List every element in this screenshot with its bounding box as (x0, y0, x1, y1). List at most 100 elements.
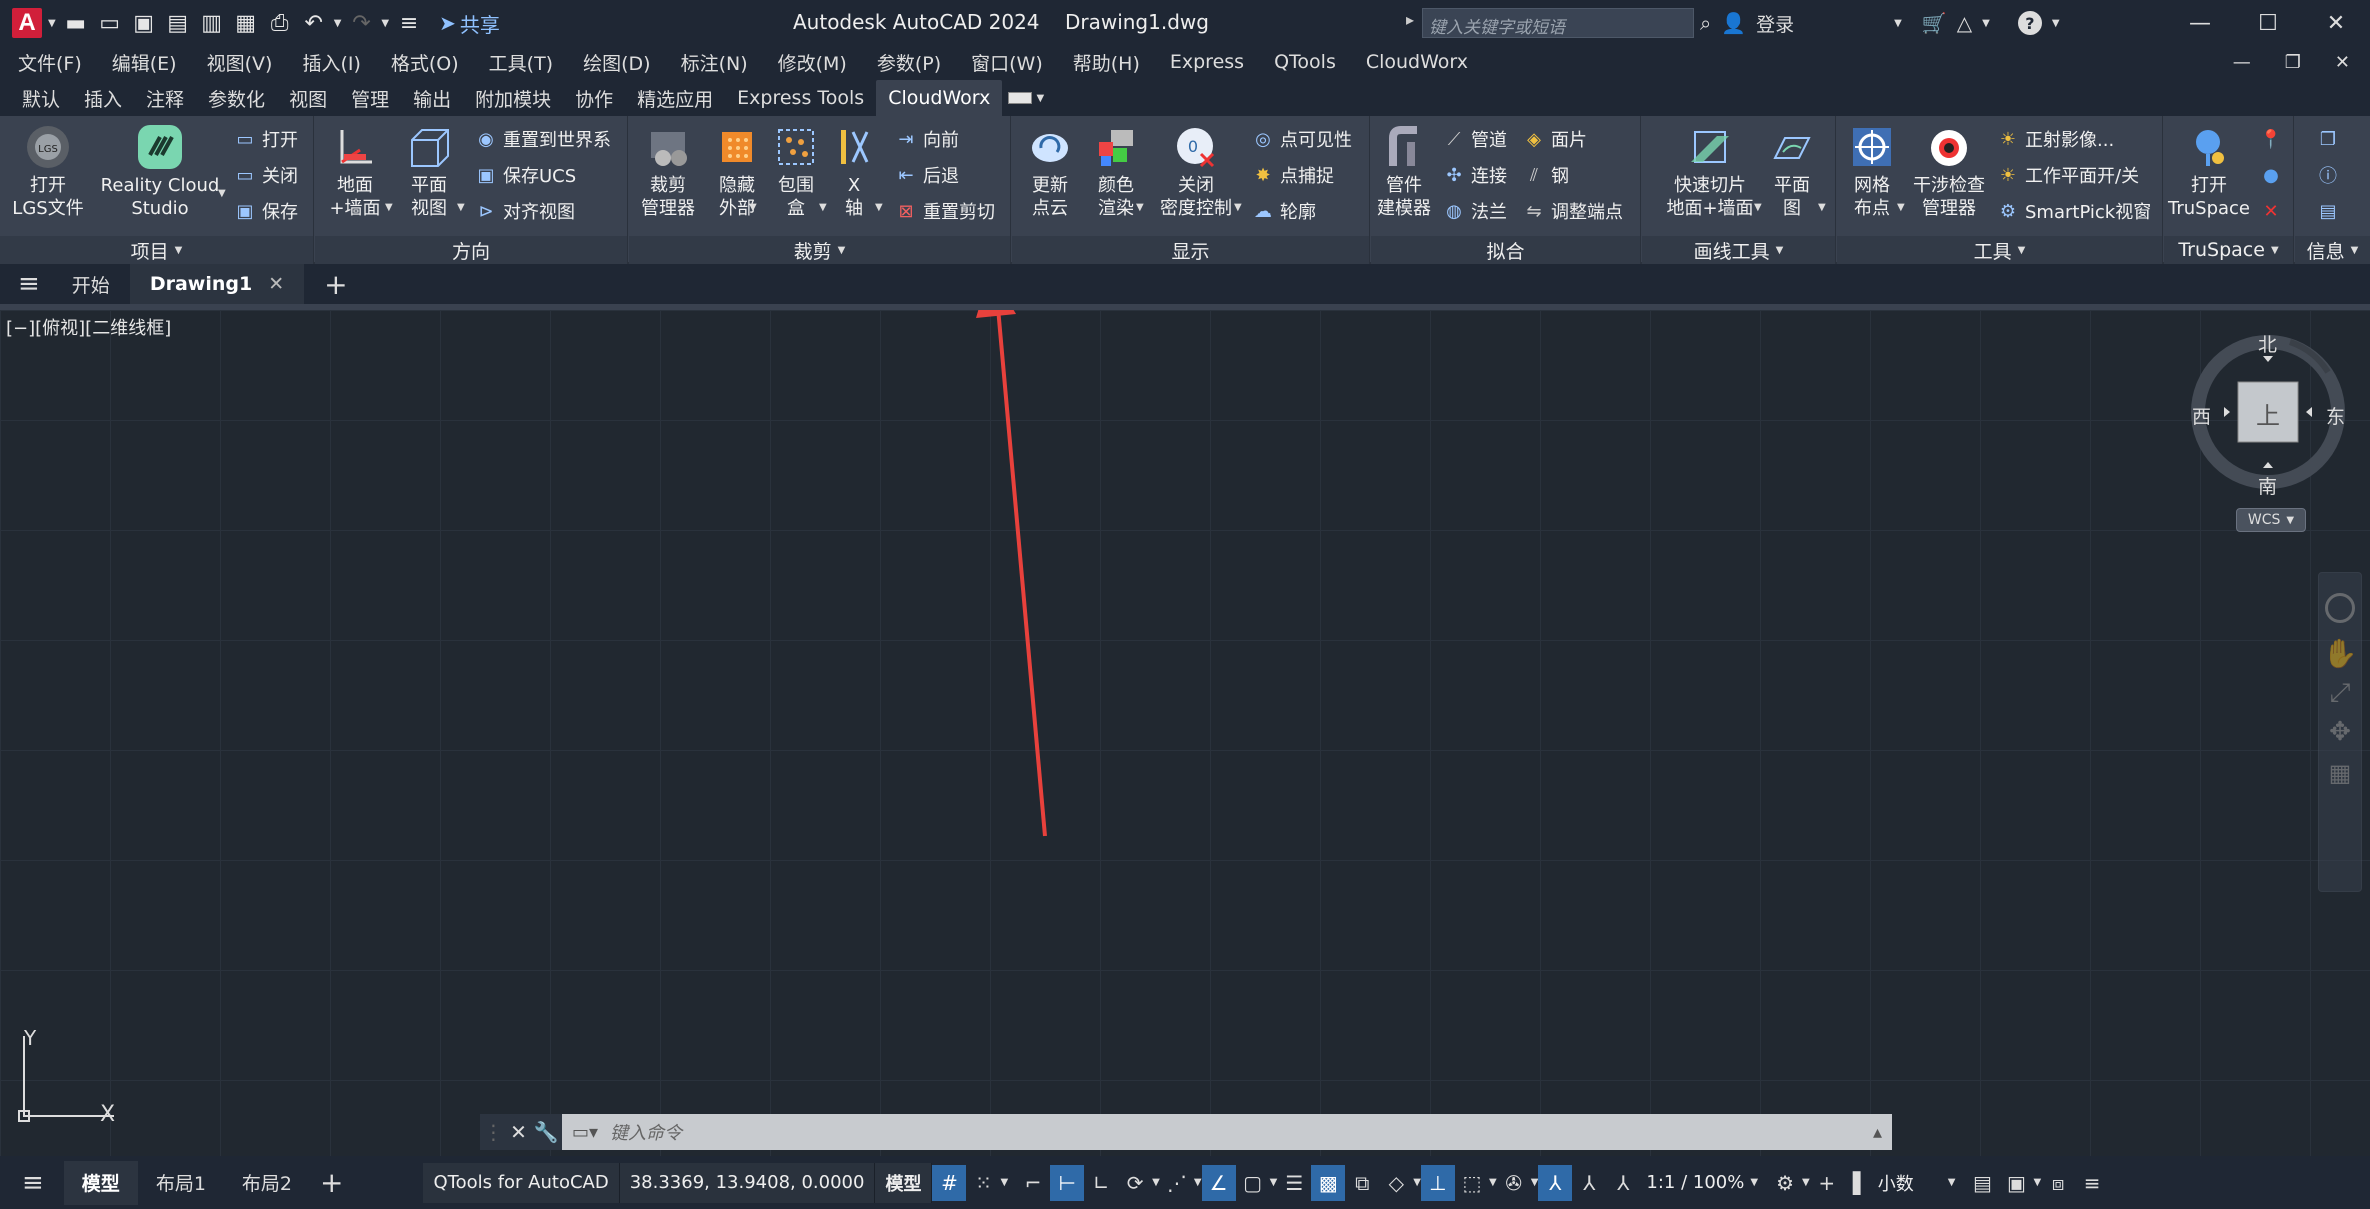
truspace-remove-button[interactable]: ✕ (2260, 198, 2282, 224)
save-as-icon[interactable]: ▤ (164, 9, 192, 37)
transparency-icon[interactable]: ▩ (1311, 1164, 1346, 1201)
forward-button[interactable]: ⇥ 向前 (895, 126, 959, 152)
grid-layout-button[interactable]: 网格 布点 (1841, 122, 1903, 220)
tab-manage[interactable]: 管理 (339, 80, 401, 116)
face-button[interactable]: ◈ 面片 (1523, 126, 1587, 152)
redo-caret-icon[interactable]: ▼ (381, 18, 389, 29)
panel-title-drawtools[interactable]: 画线工具 ▼ (1642, 236, 1835, 264)
qtools-button[interactable]: QTools for AutoCAD (423, 1162, 620, 1203)
snap-caret-icon[interactable]: ▼ (1000, 1177, 1008, 1188)
selection-filter-icon[interactable]: ⬚ (1455, 1165, 1489, 1201)
menu-window[interactable]: 窗口(W) (971, 49, 1043, 76)
align-view-button[interactable]: ⊳ 对齐视图 (475, 198, 575, 224)
orbit-icon[interactable]: ✥ (2319, 717, 2361, 747)
save-ucs-button[interactable]: ▣ 保存UCS (475, 162, 576, 188)
object-snap-tracking-icon[interactable]: ∠ (1201, 1164, 1236, 1201)
pipe-modeler-button[interactable]: 管件 建模器 (1375, 122, 1433, 220)
steel-button[interactable]: ⫽ 钢 (1523, 162, 1569, 188)
minimize-icon[interactable]: — (2166, 0, 2234, 46)
compass-east[interactable]: 东 (2326, 402, 2345, 429)
units-dropdown[interactable]: 小数 (1878, 1170, 1948, 1196)
color-render-caret-icon[interactable]: ▼ (1136, 202, 1144, 213)
plane-drawing-button[interactable]: 平面 图 (1766, 122, 1818, 220)
open-button[interactable]: ▭ 打开 (234, 126, 298, 152)
reality-cloud-studio-button[interactable]: Reality Cloud Studio (96, 122, 224, 220)
panel-title-project[interactable]: 项目 ▼ (0, 236, 313, 264)
annotation-monitor-icon[interactable]: + (1810, 1165, 1844, 1201)
plane-drawing-caret-icon[interactable]: ▼ (1818, 202, 1826, 213)
cart-icon[interactable]: 🛒 (1922, 11, 1947, 35)
quick-properties-icon[interactable]: ▤ (1965, 1165, 1999, 1201)
3dosnap-caret-icon[interactable]: ▼ (1413, 1177, 1421, 1188)
annotation-visibility-icon[interactable]: ⅄ (1538, 1164, 1573, 1201)
tab-default[interactable]: 默认 (10, 80, 72, 116)
open-truspace-button[interactable]: 打开 TruSpace (2166, 122, 2252, 220)
interference-manager-button[interactable]: 干涉检查 管理器 (1907, 122, 1991, 220)
open-lgs-button[interactable]: LGS 打开 LGS文件 (8, 122, 88, 220)
hamburger-menu-icon[interactable]: ≡ (18, 269, 40, 299)
tab-express-tools[interactable]: Express Tools (725, 80, 876, 116)
tab-layout1[interactable]: 布局1 (138, 1161, 224, 1205)
panel-title-info[interactable]: 信息 ▼ (2295, 236, 2370, 264)
truspace-pin-button[interactable]: 📍 (2260, 126, 2282, 152)
point-visibility-button[interactable]: ◎ 点可见性 (1252, 126, 1352, 152)
scale-caret-icon[interactable]: ▼ (1750, 1177, 1758, 1188)
viewcube-top-face[interactable]: 上 (2256, 396, 2280, 431)
viewcube[interactable]: 北 南 西 东 上 (2188, 332, 2348, 498)
grid-layout-caret-icon[interactable]: ▼ (1897, 202, 1905, 213)
adjust-endpoint-button[interactable]: ⇋ 调整端点 (1523, 198, 1623, 224)
dynamic-input-icon[interactable]: ⊢ (1050, 1164, 1085, 1201)
osnap-caret-icon[interactable]: ▼ (1270, 1177, 1278, 1188)
isodraft-caret-icon[interactable]: ▼ (1194, 1177, 1202, 1188)
user-icon[interactable]: 👤 (1721, 11, 1746, 35)
bounding-box-button[interactable]: 包围 盒 (767, 122, 825, 220)
menu-draw[interactable]: 绘图(D) (583, 49, 650, 76)
connect-button[interactable]: ✣ 连接 (1443, 162, 1507, 188)
annotation-scale-value[interactable]: 1:1 / 100% (1646, 1172, 1744, 1193)
tab-addins[interactable]: 附加模块 (463, 80, 563, 116)
account-caret-icon[interactable]: ▼ (1982, 18, 1990, 29)
maximize-icon[interactable]: ☐ (2234, 0, 2302, 46)
customize-qat-icon[interactable]: ≡ (395, 9, 423, 37)
menu-view[interactable]: 视图(V) (207, 49, 273, 76)
plan-view-button[interactable]: 平面 视图 (399, 122, 459, 220)
new-tab-icon[interactable]: + (324, 268, 347, 301)
menu-edit[interactable]: 编辑(E) (112, 49, 177, 76)
infer-constraints-icon[interactable]: ⌐ (1016, 1165, 1050, 1201)
command-prompt-icon[interactable]: ▭▾ (572, 1122, 598, 1143)
polar-caret-icon[interactable]: ▼ (1152, 1177, 1160, 1188)
density-caret-icon[interactable]: ▼ (1234, 202, 1242, 213)
command-customize-icon[interactable]: 🔧 (534, 1120, 559, 1144)
compass-south[interactable]: 南 (2258, 472, 2277, 499)
pipe-button[interactable]: ⟋ 管道 (1443, 126, 1507, 152)
density-control-button[interactable]: 0 关闭 密度控制 (1152, 122, 1240, 220)
grid-toggle-icon[interactable]: # (932, 1164, 967, 1201)
object-snap-icon[interactable]: ▢ (1236, 1165, 1270, 1201)
new-icon[interactable]: ▬ (62, 9, 90, 37)
help-icon[interactable]: ? (2017, 11, 2042, 35)
doc-minimize-icon[interactable]: — (2233, 52, 2251, 73)
autodesk-account-icon[interactable]: △ (1957, 11, 1972, 35)
plot-preview-icon[interactable]: ▥ (198, 9, 226, 37)
menu-insert[interactable]: 插入(I) (302, 49, 360, 76)
tab-insert[interactable]: 插入 (72, 80, 134, 116)
panel-title-truspace[interactable]: TruSpace ▼ (2164, 236, 2293, 264)
update-pointcloud-button[interactable]: 更新 点云 (1018, 122, 1082, 220)
app-menu-button[interactable]: A (12, 8, 42, 38)
isolate-objects-icon[interactable]: ⧈ (2041, 1165, 2075, 1201)
filter-caret-icon[interactable]: ▼ (1489, 1177, 1497, 1188)
drawing-canvas[interactable]: [−][俯视][二维线框] 北 南 西 东 上 WCS ▼ ✋ ⤢ ✥ ▦ Y X… (0, 310, 2370, 1156)
flange-button[interactable]: ◍ 法兰 (1443, 198, 1507, 224)
close-icon[interactable]: ✕ (2302, 0, 2370, 46)
plan-view-caret-icon[interactable]: ▼ (457, 202, 465, 213)
menu-help[interactable]: 帮助(H) (1073, 49, 1140, 76)
tab-drawing1[interactable]: Drawing1 ✕ (129, 264, 305, 304)
help-search-input[interactable]: 键入关键字或短语 (1422, 8, 1694, 38)
point-snap-button[interactable]: ✸ 点捕捉 (1252, 162, 1334, 188)
doc-restore-icon[interactable]: ❐ (2285, 52, 2301, 73)
outline-button[interactable]: ☁ 轮廓 (1252, 198, 1316, 224)
model-space-button[interactable]: 模型 (875, 1162, 933, 1203)
polar-tracking-icon[interactable]: ⟳ (1118, 1165, 1152, 1201)
ribbon-minimize-toggle[interactable]: ▼ (1002, 80, 1050, 116)
menu-express[interactable]: Express (1170, 51, 1244, 73)
